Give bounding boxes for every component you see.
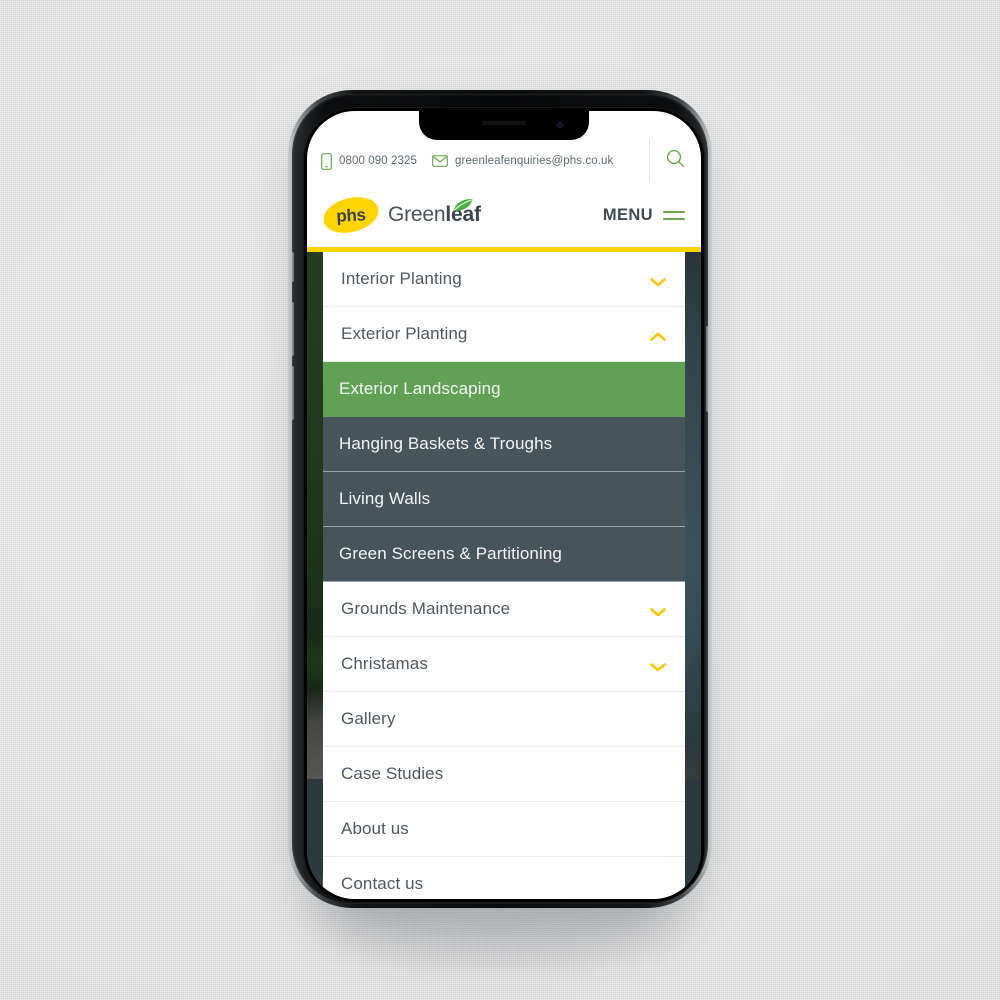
menu-label: MENU: [602, 205, 653, 224]
phone-contact[interactable]: 0800 090 2325: [321, 152, 418, 170]
nav-item-label: Exterior Landscaping: [339, 379, 501, 398]
nav-item-christamas[interactable]: Christamas: [323, 637, 685, 692]
nav-item-label: About us: [341, 819, 409, 838]
volume-up-button[interactable]: [292, 302, 294, 356]
logo-word-green: Green: [388, 203, 446, 226]
nav-item-interior-planting[interactable]: Interior Planting: [323, 252, 685, 307]
nav-item-exterior-planting[interactable]: Exterior Planting: [323, 307, 685, 362]
chevron-down-icon[interactable]: [649, 658, 667, 672]
nav-item-case-studies[interactable]: Case Studies: [323, 747, 685, 802]
phone-body: 0800 090 2325 greenleafenquiries@phs.co.…: [292, 94, 708, 904]
envelope-icon: [432, 155, 448, 167]
logo-phs-text: phs: [335, 205, 367, 226]
mobile-navigation-menu: Interior Planting Exterior Planting Exteri…: [323, 252, 685, 899]
nav-item-label: Exterior Planting: [341, 324, 468, 343]
volume-down-button[interactable]: [292, 366, 294, 420]
phone-mockup: 0800 090 2325 greenleafenquiries@phs.co.…: [288, 88, 712, 958]
nav-item-hanging-baskets-troughs[interactable]: Hanging Baskets & Troughs: [323, 417, 685, 472]
power-button[interactable]: [706, 326, 708, 412]
nav-item-label: Green Screens & Partitioning: [339, 544, 562, 563]
chevron-down-icon[interactable]: [649, 273, 667, 287]
nav-item-label: Gallery: [341, 709, 396, 728]
earpiece-speaker: [482, 121, 526, 125]
email-contact[interactable]: greenleafenquiries@phs.co.uk: [432, 155, 613, 167]
chevron-down-icon[interactable]: [649, 603, 667, 617]
nav-item-grounds-maintenance[interactable]: Grounds Maintenance: [323, 582, 685, 637]
nav-item-living-walls[interactable]: Living Walls: [323, 472, 685, 527]
logo-greenleaf-wordmark: Greenleaf: [388, 198, 481, 227]
nav-item-about-us[interactable]: About us: [323, 802, 685, 857]
nav-item-contact-us[interactable]: Contact us: [323, 857, 685, 899]
chevron-up-icon[interactable]: [649, 328, 667, 341]
nav-item-label: Living Walls: [339, 489, 431, 508]
email-address-text: greenleafenquiries@phs.co.uk: [455, 155, 614, 167]
nav-item-label: Christamas: [341, 654, 428, 673]
menu-toggle-button[interactable]: MENU: [603, 206, 685, 225]
nav-item-exterior-landscaping[interactable]: Exterior Landscaping: [323, 362, 685, 417]
phs-logo-badge: phs: [319, 191, 383, 239]
phone-screen: 0800 090 2325 greenleafenquiries@phs.co.…: [307, 111, 701, 899]
phone-number-text: 0800 090 2325: [339, 155, 418, 167]
nav-item-green-screens-partitioning[interactable]: Green Screens & Partitioning: [323, 527, 685, 582]
nav-item-gallery[interactable]: Gallery: [323, 692, 685, 747]
nav-item-label: Hanging Baskets & Troughs: [339, 434, 553, 453]
mute-switch-button[interactable]: [292, 252, 294, 282]
nav-item-label: Interior Planting: [341, 269, 462, 288]
front-camera: [557, 122, 563, 128]
search-icon: [666, 149, 685, 173]
nav-item-label: Case Studies: [341, 764, 444, 783]
mobile-phone-icon: [321, 152, 332, 170]
header-accent-bar: [307, 247, 701, 252]
phone-notch: [419, 111, 589, 140]
hamburger-icon: [663, 210, 685, 220]
page-content-column: 0800 090 2325 greenleafenquiries@phs.co.…: [307, 111, 701, 899]
nav-item-label: Grounds Maintenance: [341, 599, 511, 618]
site-logo[interactable]: phs Greenleaf: [319, 191, 481, 239]
site-header: phs Greenleaf MENU: [307, 183, 701, 247]
leaf-icon: [452, 194, 474, 211]
nav-item-label: Contact us: [341, 874, 424, 893]
search-button[interactable]: [649, 139, 701, 183]
